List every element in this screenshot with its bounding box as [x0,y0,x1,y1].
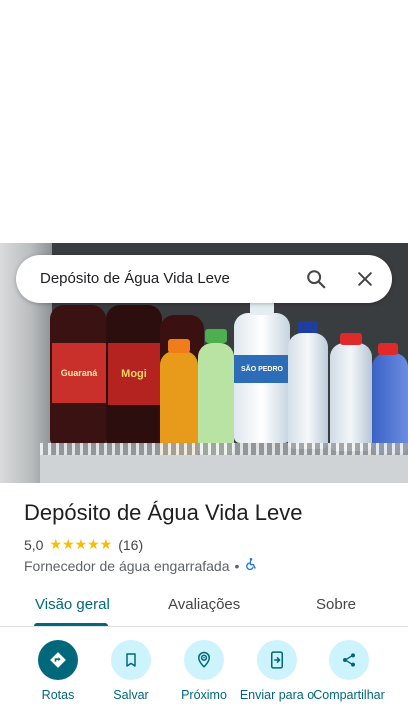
bottle-label-guarana: Guaraná [52,343,106,403]
water-bottle-3 [330,343,372,451]
water-cap-4 [378,343,398,355]
wheelchair-accessible-icon [244,557,258,574]
category-separator: • [234,557,240,574]
search-bar[interactable]: Depósito de Água Vida Leve [16,255,392,303]
review-count[interactable]: (16) [118,537,143,553]
rating-row[interactable]: 5,0 ★★★★★ (16) [24,536,143,553]
share-button[interactable]: Compartilhar [311,640,387,702]
water-bottle-2 [288,333,328,449]
bookmark-icon [111,640,151,680]
nearby-button[interactable]: Próximo [166,640,242,702]
save-label: Salvar [113,688,149,702]
map-area-blank [0,0,408,243]
place-tabs: Visão geral Avaliações Sobre [0,583,408,627]
water-cap-3 [340,333,362,345]
orange-cap [168,339,190,353]
rating-value: 5,0 [24,536,44,553]
nearby-icon [184,640,224,680]
directions-label: Rotas [41,688,75,702]
send-to-phone-button[interactable]: Enviar para o [239,640,315,702]
green-bottle [198,343,234,455]
share-label: Compartilhar [313,688,385,702]
fridge-shelf-base [40,455,408,483]
place-category: Fornecedor de água engarrafada [24,557,230,574]
share-icon [329,640,369,680]
save-button[interactable]: Salvar [93,640,169,702]
bottle-label-mogi: Mogi [108,343,160,405]
search-icon[interactable] [302,265,330,293]
water-bottle-4 [372,353,408,453]
water-cap-1 [250,301,274,315]
place-title: Depósito de Água Vida Leve [24,500,303,525]
green-cap [205,329,227,343]
tab-reviews[interactable]: Avaliações [168,596,240,613]
category-row: Fornecedor de água engarrafada • [24,557,258,574]
bottle-label-sao-pedro: SÃO PEDRO [234,355,290,383]
close-icon[interactable] [351,265,379,293]
send-to-phone-label: Enviar para o [239,688,315,702]
send-to-phone-icon [257,640,297,680]
directions-button[interactable]: Rotas [20,640,96,702]
directions-icon [38,640,78,680]
tab-overview[interactable]: Visão geral [35,596,110,613]
water-cap-2 [298,321,318,333]
nearby-label: Próximo [181,688,227,702]
tab-about[interactable]: Sobre [316,596,356,613]
active-tab-indicator [34,623,108,626]
action-buttons: Rotas Salvar Próximo Enviar para o Compa… [0,640,408,726]
star-rating-icon: ★★★★★ [49,536,113,552]
search-query[interactable]: Depósito de Água Vida Leve [40,270,230,287]
